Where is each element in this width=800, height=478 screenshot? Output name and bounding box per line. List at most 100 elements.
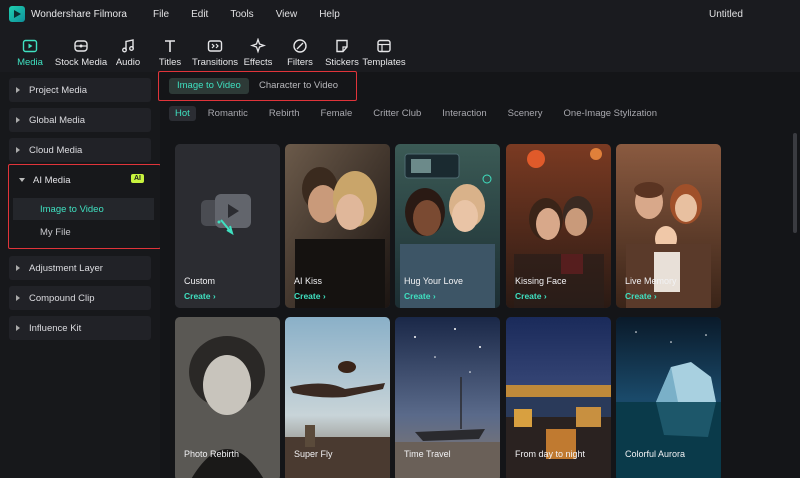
menu-view[interactable]: View [276, 9, 298, 20]
chevron-right-icon [16, 265, 20, 271]
sidebar-item-label: Project Media [29, 84, 88, 96]
tab-audio[interactable]: Audio [109, 28, 147, 72]
tab-image-to-video[interactable]: Image to Video [169, 78, 249, 94]
media-icon [22, 39, 38, 53]
template-card-kissing-face[interactable]: Kissing Face Create › [506, 144, 611, 308]
chevron-right-icon [16, 295, 20, 301]
category-female[interactable]: Female [321, 108, 353, 119]
template-card-super-fly[interactable]: Super Fly [285, 317, 390, 478]
sidebar-item-ai-media[interactable]: AI Media AI [13, 169, 154, 191]
tab-audio-label: Audio [115, 57, 141, 68]
category-critter-club[interactable]: Critter Club [373, 108, 421, 119]
chevron-down-icon [19, 178, 25, 182]
sidebar-item-label: AI Media [33, 174, 71, 186]
menu-bar: File Edit Tools View Help [153, 9, 362, 20]
sidebar-subitem-label: My File [40, 226, 71, 238]
chevron-right-icon [16, 147, 20, 153]
sidebar-subitem-my-file[interactable]: My File [13, 221, 154, 243]
card-title: Custom [184, 276, 216, 286]
sidebar-item-cloud-media[interactable]: Cloud Media [9, 138, 151, 162]
card-title: Super Fly [294, 449, 333, 459]
template-card-custom[interactable]: Custom Create › [175, 144, 280, 308]
category-rebirth[interactable]: Rebirth [269, 108, 300, 119]
menu-tools[interactable]: Tools [230, 9, 253, 20]
effects-icon [250, 38, 266, 54]
app-name: Wondershare Filmora [31, 8, 127, 20]
category-one-image-stylization[interactable]: One-Image Stylization [564, 108, 657, 119]
stickers-icon [336, 39, 348, 53]
sidebar-item-global-media[interactable]: Global Media [9, 108, 151, 132]
create-link[interactable]: Create › [184, 291, 216, 301]
template-card-photo-rebirth[interactable]: Photo Rebirth [175, 317, 280, 478]
filters-icon [293, 39, 307, 53]
chevron-right-icon [16, 325, 20, 331]
template-card-ai-kiss[interactable]: AI Kiss Create › [285, 144, 390, 308]
template-scrollbar[interactable] [793, 133, 797, 233]
sidebar-item-label: Compound Clip [29, 292, 95, 304]
tab-stock-media[interactable]: Stock Media [53, 28, 109, 72]
tab-transitions-label: Transitions [191, 57, 239, 68]
category-scenery[interactable]: Scenery [508, 108, 543, 119]
tab-templates-label: Templates [362, 57, 406, 68]
stock-media-icon [74, 40, 88, 52]
category-romantic[interactable]: Romantic [208, 108, 248, 119]
sidebar-item-compound-clip[interactable]: Compound Clip [9, 286, 151, 310]
chevron-right-icon [16, 87, 20, 93]
tab-titles-label: Titles [158, 57, 182, 68]
tab-media-label: Media [17, 57, 43, 68]
sidebar-subitem-image-to-video[interactable]: Image to Video [13, 198, 154, 220]
main-toolbar: Media Stock Media Audio Titles Transitio… [0, 28, 800, 72]
sidebar-item-label: Global Media [29, 114, 85, 126]
title-bar: Wondershare Filmora File Edit Tools View… [0, 0, 800, 28]
create-link[interactable]: Create › [294, 291, 326, 301]
menu-help[interactable]: Help [319, 9, 340, 20]
transitions-icon [207, 40, 223, 52]
tab-filters[interactable]: Filters [279, 28, 321, 72]
tab-filters-label: Filters [287, 57, 313, 68]
tab-effects-label: Effects [243, 57, 273, 68]
templates-icon [377, 39, 391, 53]
card-title: Photo Rebirth [184, 449, 240, 459]
tab-effects[interactable]: Effects [237, 28, 279, 72]
card-title: Kissing Face [515, 276, 567, 286]
tab-templates[interactable]: Templates [362, 28, 406, 72]
template-card-from-day-to-night[interactable]: From day to night [506, 317, 611, 478]
filmora-logo-icon [9, 6, 25, 22]
card-title: AI Kiss [294, 276, 323, 286]
sidebar-item-label: Cloud Media [29, 144, 83, 156]
template-card-hug-your-love[interactable]: Hug Your Love Create › [395, 144, 500, 308]
create-link[interactable]: Create › [404, 291, 436, 301]
category-filter-bar: Hot Romantic Rebirth Female Critter Club… [169, 104, 678, 122]
sidebar-item-project-media[interactable]: Project Media [9, 78, 151, 102]
chevron-right-icon [16, 117, 20, 123]
card-title: Live Memory [625, 276, 677, 286]
tab-transitions[interactable]: Transitions [191, 28, 239, 72]
category-hot[interactable]: Hot [169, 105, 196, 121]
tab-stickers[interactable]: Stickers [321, 28, 363, 72]
menu-file[interactable]: File [153, 9, 169, 20]
ai-media-group: AI Media AI Image to Video My File [8, 164, 161, 249]
tab-stock-media-label: Stock Media [54, 57, 108, 68]
template-card-live-memory[interactable]: Live Memory Create › [616, 144, 721, 308]
tab-character-to-video[interactable]: Character to Video [251, 78, 346, 94]
card-title: Colorful Aurora [625, 449, 686, 459]
card-title: Time Travel [404, 449, 451, 459]
template-card-time-travel[interactable]: Time Travel [395, 317, 500, 478]
card-title: Hug Your Love [404, 276, 464, 286]
tab-titles[interactable]: Titles [147, 28, 193, 72]
titles-icon [165, 40, 175, 52]
category-interaction[interactable]: Interaction [442, 108, 486, 119]
create-link[interactable]: Create › [625, 291, 657, 301]
ai-badge: AI [131, 174, 144, 183]
create-link[interactable]: Create › [515, 291, 547, 301]
tab-media[interactable]: Media [7, 28, 53, 72]
audio-icon [122, 39, 134, 53]
card-title: From day to night [515, 449, 586, 459]
sidebar-item-label: Influence Kit [29, 322, 82, 334]
sidebar-item-adjustment-layer[interactable]: Adjustment Layer [9, 256, 151, 280]
sidebar-item-influence-kit[interactable]: Influence Kit [9, 316, 151, 340]
template-card-colorful-aurora[interactable]: Colorful Aurora [616, 317, 721, 478]
mode-tabs: Image to Video Character to Video [158, 71, 357, 101]
sidebar-subitem-label: Image to Video [40, 203, 104, 215]
menu-edit[interactable]: Edit [191, 9, 208, 20]
